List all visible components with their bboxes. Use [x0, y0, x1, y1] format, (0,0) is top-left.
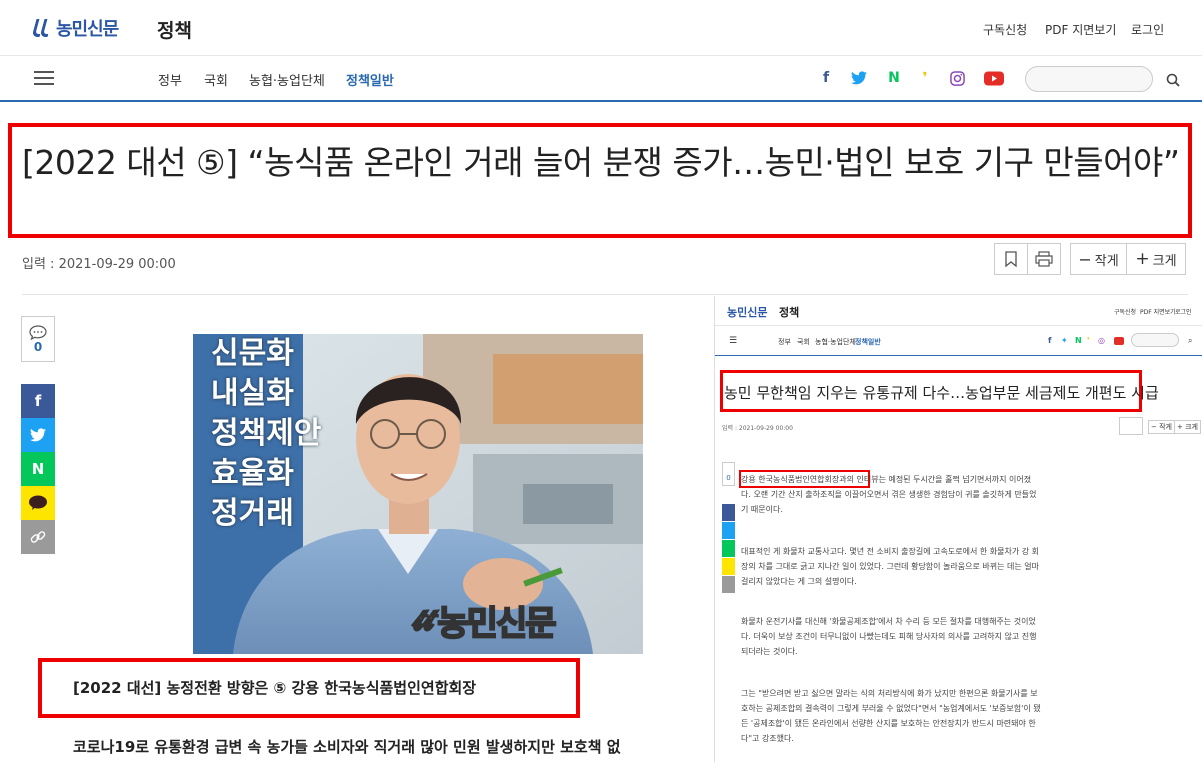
- inset-util: PDF 지면보기: [1140, 309, 1176, 316]
- twitter-icon: [30, 428, 46, 442]
- inset-comment-count: 0: [722, 462, 735, 486]
- font-smaller-button[interactable]: − 작게: [1070, 243, 1127, 275]
- facebook-icon[interactable]: f: [816, 68, 836, 88]
- inset-twitter-icon: ✦: [1061, 336, 1068, 345]
- photo-bg-text: 효율화: [211, 456, 294, 491]
- inset-util: 구독신청: [1114, 309, 1137, 316]
- inset-date: 입력 : 2021-09-29 00:00: [722, 425, 793, 432]
- inset-section: 정책: [779, 306, 800, 319]
- link-icon: [30, 531, 46, 543]
- photo-bg-text: 신문화: [211, 336, 294, 371]
- share-column: 0 f N: [21, 316, 55, 554]
- share-facebook-button[interactable]: f: [21, 384, 55, 418]
- inset-nav-item: 국회: [797, 338, 810, 346]
- nav-item-nonghyup[interactable]: 농협·농업단체: [249, 70, 325, 89]
- facebook-icon: f: [34, 392, 42, 410]
- nav-item-policy-general[interactable]: 정책일반: [346, 70, 394, 89]
- inset-font-larger: + 크게: [1174, 420, 1201, 434]
- naver-icon: N: [31, 460, 45, 478]
- print-icon: [1035, 251, 1053, 267]
- inset-youtube-icon: [1114, 337, 1124, 345]
- inset-menu-icon: ☰: [729, 336, 738, 346]
- search-input[interactable]: [1025, 66, 1153, 92]
- inset-naver-icon: N: [1075, 336, 1082, 345]
- inset-nav-item: 정부: [778, 338, 791, 346]
- photo-bg-text: 정책제안: [211, 416, 322, 451]
- kakao-icon: [29, 495, 47, 510]
- photo-watermark: 𝓉𝓉 농민신문: [412, 602, 558, 645]
- inset-tool-buttons: [1119, 417, 1143, 435]
- inset-font-smaller: − 작게: [1148, 420, 1175, 434]
- photo-bg-text: 정거래: [211, 496, 294, 531]
- embedded-screenshot: 농민신문 정책 구독신청 PDF 지면보기 로그인 ☰ 정부 국회 농협·농업단…: [714, 296, 1202, 762]
- subscribe-link[interactable]: 구독신청: [983, 21, 1027, 38]
- naver-icon[interactable]: N: [884, 68, 904, 88]
- section-title[interactable]: 정책: [157, 16, 192, 43]
- kakaostory-icon[interactable]: ❜: [915, 68, 935, 88]
- logo-text: 농민신문: [56, 19, 119, 40]
- inset-share-kakao: [722, 558, 735, 575]
- inset-logo: 농민신문: [727, 306, 768, 319]
- copy-link-button[interactable]: [21, 520, 55, 554]
- share-kakao-button[interactable]: [21, 486, 55, 520]
- inset-instagram-icon: ◎: [1098, 336, 1105, 345]
- inset-util: 로그인: [1175, 309, 1192, 316]
- site-logo[interactable]: 농민신문: [31, 15, 119, 41]
- nav-bar: 정부 국회 농협·농업단체 정책일반 f N ❜: [0, 56, 1202, 102]
- top-bar: 농민신문 정책 구독신청 PDF 지면보기 로그인: [0, 0, 1202, 56]
- search-icon[interactable]: [1166, 72, 1180, 87]
- inset-paragraph: 강용 한국농식품법인연합회장과의 인터뷰는 예정된 두시간을 훌쩍 넘기면서까지…: [741, 475, 1037, 514]
- bookmark-button[interactable]: [994, 243, 1028, 275]
- comment-icon: [29, 324, 47, 340]
- twitter-icon[interactable]: [849, 68, 869, 88]
- inset-share-twitter: [722, 522, 735, 539]
- youtube-icon[interactable]: [984, 68, 1004, 88]
- comment-count: 0: [33, 339, 43, 354]
- article-headline: [2022 대선 ⑤] “농식품 온라인 거래 늘어 분쟁 증가…농민·법인 보…: [22, 143, 1180, 182]
- inset-paragraph: 그는 "받으려면 받고 싫으면 말라는 식의 처리방식에 화가 났지만 한편으론…: [741, 689, 1041, 743]
- pdf-link[interactable]: PDF 지면보기: [1045, 21, 1116, 38]
- inset-nav-item: 농협·농업단체: [815, 338, 856, 346]
- share-naver-button[interactable]: N: [21, 452, 55, 486]
- share-twitter-button[interactable]: [21, 418, 55, 452]
- inset-nav-item: 정책일반: [855, 338, 881, 346]
- instagram-icon[interactable]: [947, 68, 967, 88]
- inset-share-naver: [722, 540, 735, 557]
- photo-bg-text: 내실화: [211, 376, 294, 411]
- inset-paragraph: 대표적인 게 화물차 교통사고다. 몇년 전 소비지 출장길에 고속도로에서 한…: [741, 547, 1040, 586]
- inset-facebook-icon: f: [1048, 336, 1052, 345]
- bookmark-icon: [1005, 251, 1017, 267]
- inset-headline: 농민 무한책임 지우는 유통규제 다수…농업부문 세금제도 개편도 시급: [724, 384, 1159, 402]
- divider: [22, 294, 1188, 295]
- font-larger-button[interactable]: + 크게: [1126, 243, 1186, 275]
- nav-item-government[interactable]: 정부: [158, 70, 182, 89]
- article-lead: 코로나19로 유통환경 급변 속 농가들 소비자와 직거래 많아 민원 발생하지…: [73, 738, 621, 756]
- print-button[interactable]: [1027, 243, 1061, 275]
- logo-mark-icon: [31, 18, 53, 38]
- inset-paragraph: 화물차 운전기사를 대신해 '화물공제조합'에서 차 수리 등 모든 절차를 대…: [741, 617, 1037, 656]
- inset-search-icon: ⌕: [1188, 336, 1193, 345]
- nav-item-assembly[interactable]: 국회: [204, 70, 228, 89]
- article-photo: 신문화 내실화 정책제안 효율화 정거래 𝓉𝓉 농민신문: [193, 334, 643, 654]
- photo-caption: [2022 대선] 농정전환 방향은 ⑤ 강용 한국농식품법인연합회장: [73, 679, 477, 697]
- inset-kakaostory-icon: ❜: [1087, 336, 1090, 345]
- menu-icon[interactable]: [34, 71, 54, 85]
- comment-button[interactable]: 0: [21, 316, 55, 362]
- publish-date: 입력 : 2021-09-29 00:00: [22, 257, 176, 272]
- inset-copy-link: [722, 576, 735, 593]
- inset-search-box: [1131, 333, 1179, 347]
- login-link[interactable]: 로그인: [1131, 21, 1164, 38]
- inset-share-facebook: [722, 504, 735, 521]
